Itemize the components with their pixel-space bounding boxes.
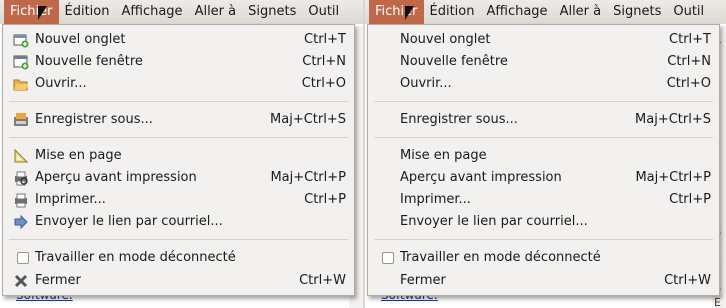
menu-separator bbox=[374, 101, 713, 102]
menubar-affichage[interactable]: Affichage bbox=[480, 0, 553, 24]
menu-item-mode-deconnecte[interactable]: Travailler en mode déconnecté bbox=[3, 247, 354, 269]
menu-item-nouvel-onglet[interactable]: Nouvel onglet Ctrl+T bbox=[3, 29, 354, 51]
menu-item-nouvelle-fenetre[interactable]: Nouvelle fenêtre Ctrl+N bbox=[3, 51, 354, 73]
menu-separator bbox=[9, 101, 348, 102]
menu-item-enregistrer-sous[interactable]: Enregistrer sous... Maj+Ctrl+S bbox=[3, 109, 354, 131]
menu-item-nouvelle-fenetre[interactable]: Nouvelle fenêtre Ctrl+N bbox=[368, 51, 719, 73]
mouse-cursor-icon bbox=[405, 6, 414, 20]
menu-separator bbox=[374, 137, 713, 138]
file-menu-dropdown-no-icons: Nouvel onglet Ctrl+T Nouvelle fenêtre Ct… bbox=[367, 24, 720, 296]
menubar-signets[interactable]: Signets bbox=[607, 0, 667, 24]
menubar: Fichier Édition Affichage Aller à Signet… bbox=[0, 0, 363, 24]
file-menu-dropdown: Nouvel onglet Ctrl+T Nouvelle fenêtre Ct… bbox=[2, 24, 355, 296]
menubar-edition[interactable]: Édition bbox=[424, 0, 481, 24]
menubar-aller-a[interactable]: Aller à bbox=[554, 0, 608, 24]
menubar-aller-a[interactable]: Aller à bbox=[189, 0, 243, 24]
menubar-fichier[interactable]: Fichier bbox=[4, 0, 59, 24]
menu-item-imprimer[interactable]: Imprimer... Ctrl+P bbox=[368, 189, 719, 211]
mouse-cursor-icon bbox=[38, 6, 47, 20]
menubar-edition[interactable]: Édition bbox=[59, 0, 116, 24]
menu-item-nouvel-onglet[interactable]: Nouvel onglet Ctrl+T bbox=[368, 29, 719, 51]
print-preview-icon bbox=[13, 170, 29, 186]
save-icon bbox=[13, 112, 29, 128]
menubar-affichage[interactable]: Affichage bbox=[115, 0, 188, 24]
menu-item-ouvrir[interactable]: Ouvrir... Ctrl+O bbox=[3, 73, 354, 95]
menu-separator bbox=[374, 239, 713, 240]
menu-item-mise-en-page[interactable]: Mise en page bbox=[3, 145, 354, 167]
menu-item-imprimer[interactable]: Imprimer... Ctrl+P bbox=[3, 189, 354, 211]
right-screenshot-pane: Fichier Édition Affichage Aller à Signet… bbox=[365, 0, 726, 308]
menu-item-mode-deconnecte[interactable]: Travailler en mode déconnecté bbox=[368, 247, 719, 269]
folder-open-icon bbox=[13, 76, 29, 92]
printer-icon bbox=[13, 192, 29, 208]
menu-separator bbox=[9, 137, 348, 138]
menu-item-mise-en-page[interactable]: Mise en page bbox=[368, 145, 719, 167]
menubar-fichier[interactable]: Fichier bbox=[369, 0, 424, 24]
menubar-outils[interactable]: Outil bbox=[302, 0, 345, 24]
page-setup-icon bbox=[13, 148, 29, 164]
menu-item-envoyer-lien[interactable]: Envoyer le lien par courriel... bbox=[3, 211, 354, 233]
checkbox-icon[interactable] bbox=[17, 252, 29, 264]
menu-item-enregistrer-sous[interactable]: Enregistrer sous... Maj+Ctrl+S bbox=[368, 109, 719, 131]
send-link-icon bbox=[13, 214, 29, 230]
menu-item-fermer[interactable]: Fermer Ctrl+W bbox=[368, 270, 719, 292]
menu-separator bbox=[9, 239, 348, 240]
menubar: Fichier Édition Affichage Aller à Signet… bbox=[365, 0, 726, 24]
checkbox-icon[interactable] bbox=[382, 252, 394, 264]
menu-item-ouvrir[interactable]: Ouvrir... Ctrl+O bbox=[368, 73, 719, 95]
menu-item-apercu-impression[interactable]: Aperçu avant impression Maj+Ctrl+P bbox=[3, 167, 354, 189]
left-screenshot-pane: Fichier Édition Affichage Aller à Signet… bbox=[0, 0, 363, 308]
menu-item-apercu-impression[interactable]: Aperçu avant impression Maj+Ctrl+P bbox=[368, 167, 719, 189]
menu-item-fermer[interactable]: Fermer Ctrl+W bbox=[3, 270, 354, 292]
new-tab-icon bbox=[13, 32, 29, 48]
menu-item-envoyer-lien[interactable]: Envoyer le lien par courriel... bbox=[368, 211, 719, 233]
menubar-outils[interactable]: Outil bbox=[667, 0, 710, 24]
menubar-signets[interactable]: Signets bbox=[242, 0, 302, 24]
close-icon bbox=[13, 273, 29, 289]
new-window-icon bbox=[13, 54, 29, 70]
